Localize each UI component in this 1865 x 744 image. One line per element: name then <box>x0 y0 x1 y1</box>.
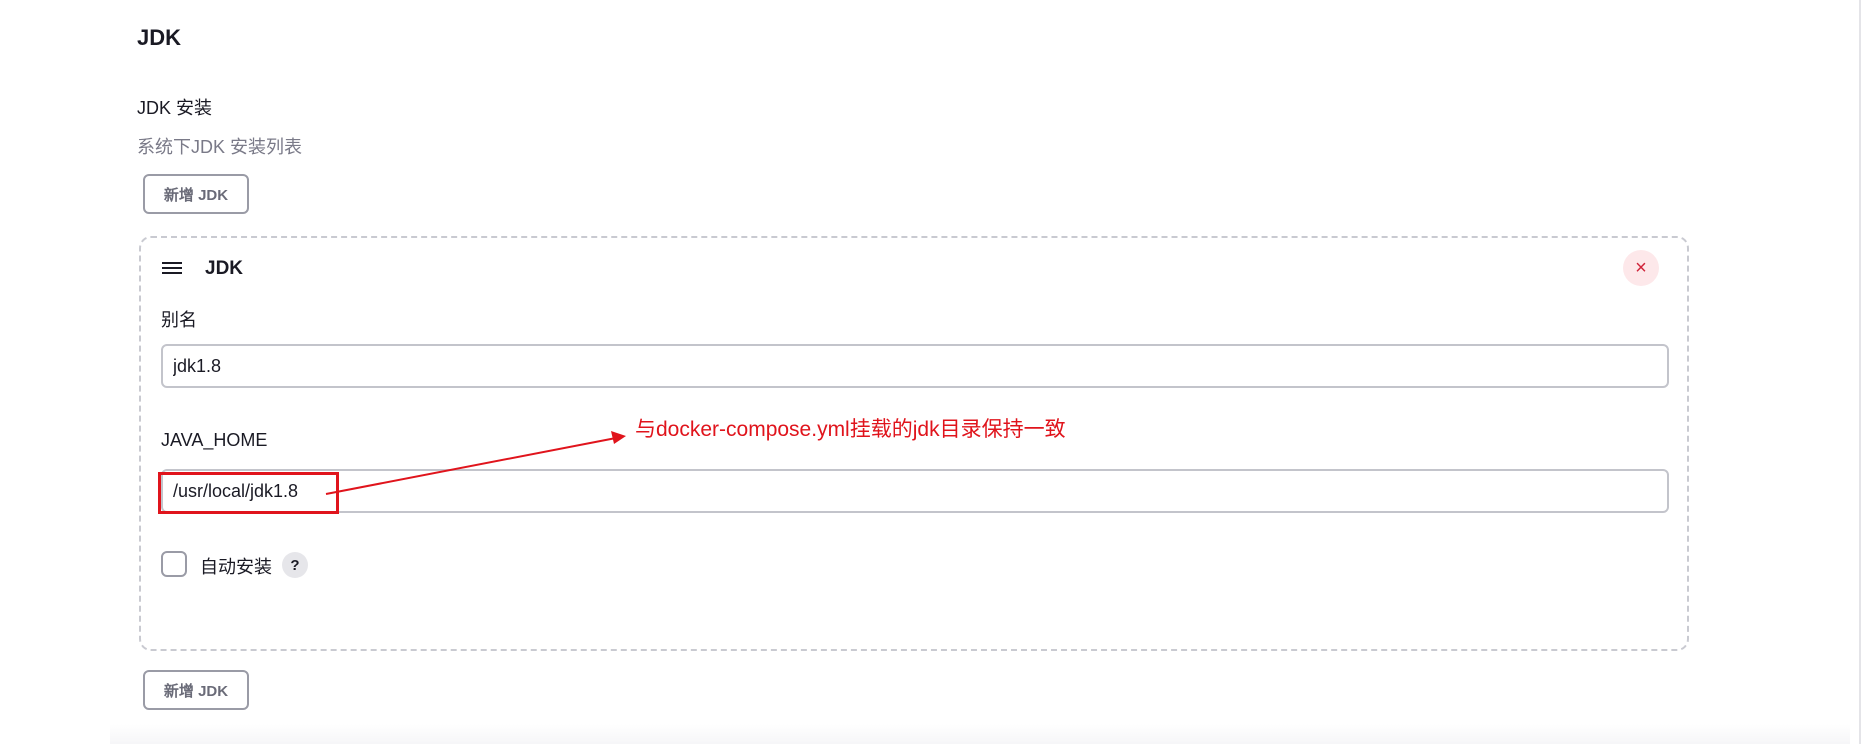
scrollbar-track[interactable] <box>1859 0 1861 744</box>
auto-install-label: 自动安装 <box>200 557 272 577</box>
jdk-installations-description: 系统下JDK 安装列表 <box>137 137 303 157</box>
section-title: JDK <box>137 25 182 50</box>
alias-label: 别名 <box>161 310 197 330</box>
drag-handle-icon[interactable] <box>162 262 184 278</box>
jdk-installation-card: JDK × 别名 JAVA_HOME 自动安装 ? <box>139 236 1689 651</box>
alias-input[interactable] <box>161 344 1669 388</box>
close-icon[interactable]: × <box>1623 250 1659 286</box>
jdk-configuration-page: JDK JDK 安装 系统下JDK 安装列表 新增 JDK JDK × 别名 J… <box>0 0 1865 744</box>
java-home-input[interactable] <box>161 469 1669 513</box>
add-jdk-button-bottom[interactable]: 新增 JDK <box>143 670 249 710</box>
annotation-text: 与docker-compose.yml挂载的jdk目录保持一致 <box>635 418 1066 441</box>
jdk-card-title: JDK <box>205 258 244 279</box>
jdk-installations-label: JDK 安装 <box>137 98 213 118</box>
java-home-label: JAVA_HOME <box>161 430 268 450</box>
auto-install-checkbox[interactable] <box>161 551 187 577</box>
help-icon[interactable]: ? <box>282 552 308 578</box>
bottom-panel-edge <box>110 724 1850 744</box>
add-jdk-button-top[interactable]: 新增 JDK <box>143 174 249 214</box>
